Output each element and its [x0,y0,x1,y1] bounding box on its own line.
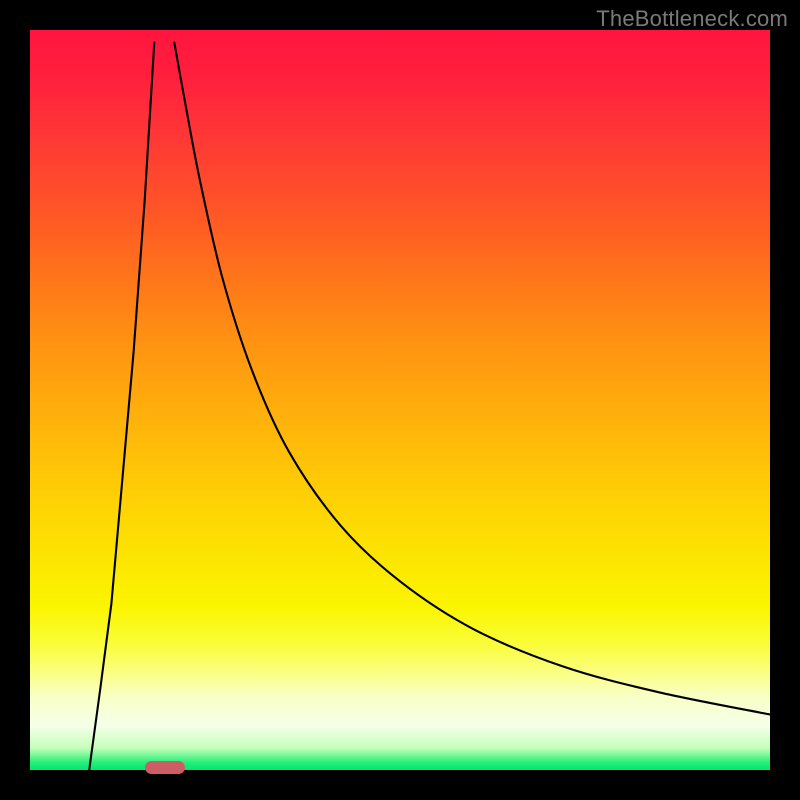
right-branch-curve [174,43,770,715]
curve-layer [30,30,770,770]
valley-marker [145,761,185,774]
left-branch-curve [89,43,154,770]
plot-area [30,30,770,770]
chart-frame: TheBottleneck.com [0,0,800,800]
watermark-text: TheBottleneck.com [596,6,788,32]
